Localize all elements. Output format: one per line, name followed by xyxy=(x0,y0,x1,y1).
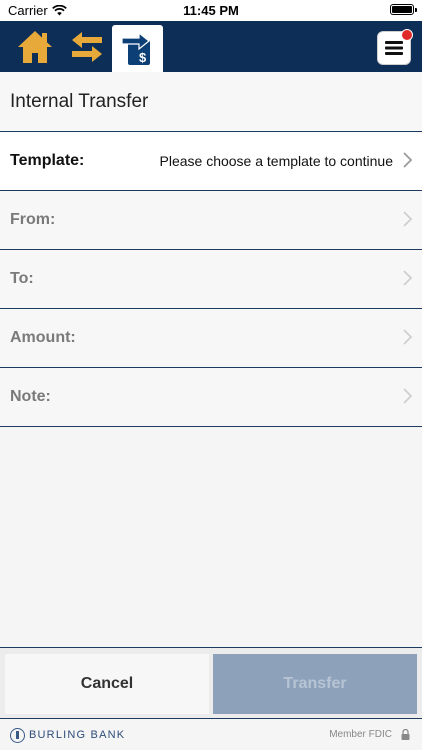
top-nav-bar: $ xyxy=(0,21,422,72)
to-label: To: xyxy=(10,270,34,287)
from-label: From: xyxy=(10,211,56,228)
chevron-right-icon xyxy=(403,152,412,168)
transfer-dollar-icon: $ xyxy=(120,31,150,65)
home-button[interactable] xyxy=(15,27,55,67)
note-row[interactable]: Note: xyxy=(0,368,422,427)
status-bar: Carrier 11:45 PM xyxy=(0,0,422,21)
page-title: Internal Transfer xyxy=(10,91,149,112)
menu-button[interactable] xyxy=(377,29,413,65)
template-row[interactable]: Template: Please choose a template to co… xyxy=(0,132,422,191)
internal-transfer-tab[interactable]: $ xyxy=(112,25,163,72)
svg-text:$: $ xyxy=(139,50,147,65)
chevron-right-icon xyxy=(403,329,412,345)
amount-label: Amount: xyxy=(10,329,76,346)
bank-name: BURLING BANK xyxy=(29,729,126,741)
transfers-button[interactable] xyxy=(67,27,107,67)
fdic-label: Member FDIC xyxy=(329,729,392,740)
swap-arrows-icon xyxy=(72,32,102,62)
from-row[interactable]: From: xyxy=(0,191,422,250)
chevron-right-icon xyxy=(403,388,412,404)
template-value: Please choose a template to continue xyxy=(159,153,394,169)
action-bar: Cancel Transfer xyxy=(0,647,422,719)
battery-icon xyxy=(390,4,417,15)
bank-logo-icon xyxy=(10,728,25,743)
home-icon xyxy=(18,31,52,63)
template-label: Template: xyxy=(10,152,85,169)
amount-row[interactable]: Amount: xyxy=(0,309,422,368)
notification-badge xyxy=(401,29,413,41)
transfer-button[interactable]: Transfer xyxy=(213,654,417,714)
note-label: Note: xyxy=(10,388,51,405)
to-row[interactable]: To: xyxy=(0,250,422,309)
chevron-right-icon xyxy=(403,270,412,286)
page-header: Internal Transfer xyxy=(0,72,422,132)
hamburger-menu-icon xyxy=(385,41,403,55)
lock-icon xyxy=(401,729,410,740)
cancel-button[interactable]: Cancel xyxy=(5,654,209,714)
chevron-right-icon xyxy=(403,211,412,227)
status-time: 11:45 PM xyxy=(183,3,239,18)
footer: BURLING BANK Member FDIC xyxy=(0,718,422,750)
